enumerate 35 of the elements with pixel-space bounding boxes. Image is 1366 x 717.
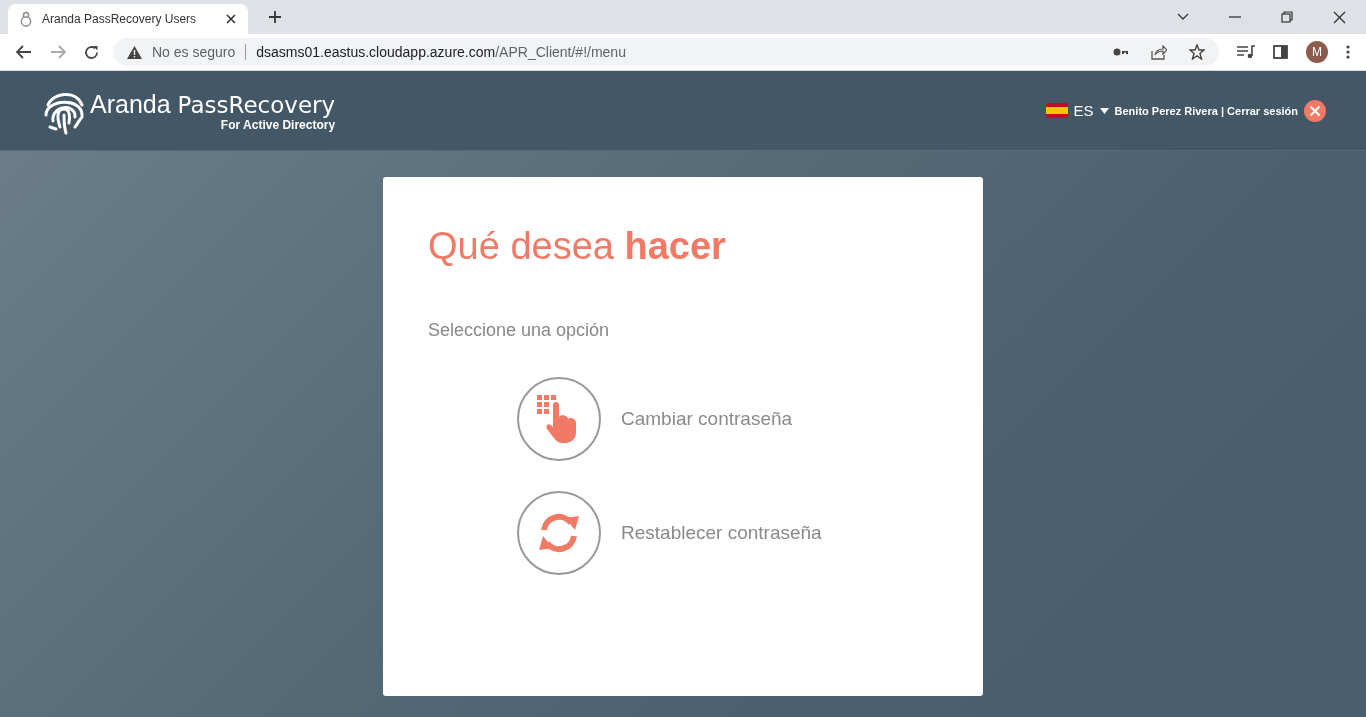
option-icon-button[interactable] (517, 377, 601, 461)
close-window-icon[interactable] (1333, 10, 1346, 24)
reload-icon[interactable] (84, 44, 99, 60)
security-label: No es seguro (152, 44, 236, 60)
share-icon[interactable] (1151, 44, 1167, 60)
option-label[interactable]: Restablecer contraseña (621, 522, 822, 544)
lock-icon (20, 11, 32, 27)
logo-subtitle: For Active Directory (220, 117, 336, 132)
menu-icon[interactable] (1346, 45, 1350, 59)
close-tab-icon[interactable] (226, 14, 236, 24)
language-selector[interactable]: ES (1073, 102, 1094, 119)
tab-search-icon[interactable] (1177, 13, 1189, 21)
back-icon[interactable] (16, 45, 32, 59)
media-queue-icon[interactable] (1237, 45, 1255, 59)
logo-name: Aranda (90, 89, 171, 118)
card-title: Qué desea hacer (428, 225, 727, 268)
option-label[interactable]: Cambiar contraseña (621, 408, 793, 430)
tab-title: Aranda PassRecovery Users (42, 12, 198, 26)
url-text: dsasms01.eastus.cloudapp.azure.com/APR_Client/#!/menu (256, 44, 626, 60)
caret-icon[interactable] (1099, 107, 1109, 114)
warning-icon (127, 45, 142, 59)
new-tab-icon[interactable] (268, 10, 282, 24)
side-panel-icon[interactable] (1273, 45, 1288, 59)
card-subtitle: Seleccione una opción (428, 320, 611, 341)
address-bar[interactable]: No es seguro dsasms01.eastus.cloudapp.azure.com/APR_Client/#!/menu (113, 38, 1219, 66)
profile-avatar[interactable]: M (1306, 41, 1328, 63)
user-logout-link[interactable]: Benito Perez Rivera | Cerrar sesión (1114, 104, 1298, 117)
logo-product: PassRecovery (177, 91, 336, 118)
browser-tab[interactable]: Aranda PassRecovery Users (8, 4, 248, 34)
star-icon[interactable] (1189, 44, 1205, 60)
key-icon[interactable] (1113, 48, 1129, 56)
option-icon-button[interactable] (517, 491, 601, 575)
spain-flag-icon (1045, 103, 1068, 118)
restore-icon[interactable] (1281, 11, 1293, 23)
close-circle-icon[interactable] (1304, 99, 1326, 122)
